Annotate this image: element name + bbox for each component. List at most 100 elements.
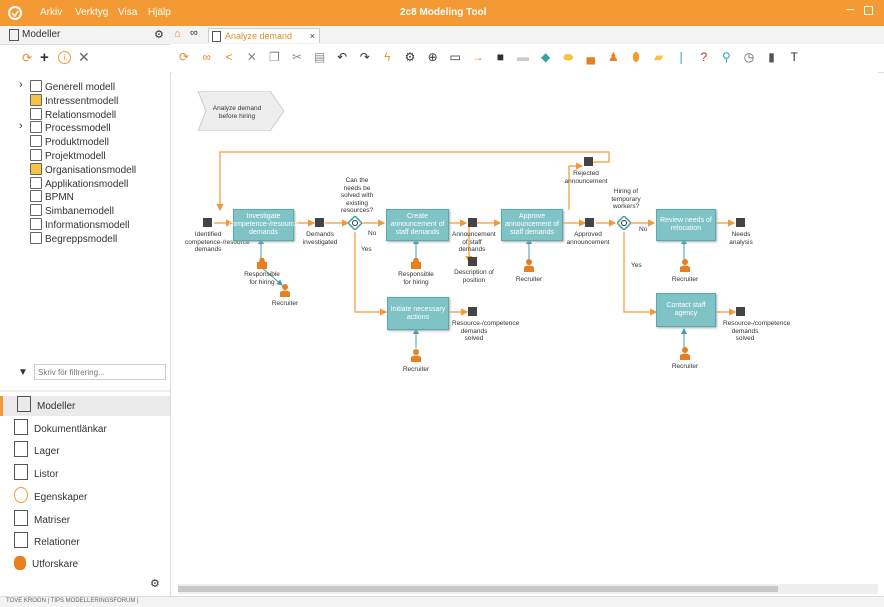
tab-close-icon[interactable]: × <box>310 29 315 44</box>
recruiter-actor-4[interactable] <box>410 349 422 362</box>
lightning-icon[interactable]: ϟ <box>381 51 393 63</box>
recruiter-actor-3[interactable] <box>679 259 691 272</box>
gateway-1[interactable] <box>348 216 362 230</box>
delete-icon[interactable]: ✕ <box>78 49 90 66</box>
tree-item[interactable]: Informationsmodell <box>30 218 129 231</box>
question-icon[interactable]: ? <box>698 51 710 63</box>
review-task[interactable]: Review needs of relocation <box>656 209 716 241</box>
binoculars-icon <box>14 555 26 570</box>
tree-item[interactable]: › Generell modell <box>19 79 115 93</box>
relations-icon <box>14 532 28 549</box>
info-icon[interactable]: i <box>58 51 71 64</box>
demands-investigated-event[interactable] <box>315 218 324 227</box>
start-event[interactable] <box>203 218 212 227</box>
refresh-icon[interactable]: ⟳ <box>178 51 190 63</box>
text-icon[interactable]: T <box>788 51 800 63</box>
nav-item-layers[interactable]: Lager <box>14 441 60 461</box>
arrow-icon[interactable]: → <box>472 51 484 63</box>
tree-item[interactable]: BPMN <box>30 190 74 203</box>
undo-icon[interactable]: ↶ <box>336 51 348 63</box>
tree-item[interactable]: Begreppsmodell <box>30 231 117 245</box>
tree-item[interactable]: › Processmodell <box>19 120 111 134</box>
tree-item[interactable]: Organisationsmodell <box>30 162 136 176</box>
nav-item-document[interactable]: Dokumentlänkar <box>14 418 107 439</box>
delete-icon[interactable]: ✕ <box>246 51 258 63</box>
gear-icon[interactable]: ⚙ <box>154 28 164 41</box>
resource-solved-event-2[interactable] <box>736 307 745 316</box>
rejected-event[interactable] <box>584 157 593 166</box>
description-event[interactable] <box>468 257 477 266</box>
line-icon[interactable]: ❘ <box>675 51 687 63</box>
binoculars-icon[interactable]: ∞ <box>190 27 198 39</box>
tab-analyze-demand[interactable]: Analyze demand before × <box>208 28 320 56</box>
nav-item-info[interactable]: Egenskaper <box>14 486 87 507</box>
recruiter-actor-1[interactable] <box>279 284 291 297</box>
pin-icon[interactable]: ⚲ <box>720 51 732 63</box>
nav-item-document[interactable]: Modeller <box>0 396 170 416</box>
zoom-icon[interactable]: ⊕ <box>427 51 439 63</box>
cut-icon[interactable]: ✂ <box>291 51 303 63</box>
nav-item-relations[interactable]: Relationer <box>14 532 80 552</box>
tree-item[interactable]: Simbanemodell <box>30 204 114 217</box>
investigate-task[interactable]: Investigate competence-/resource demands <box>229 209 298 241</box>
nav-item-binoculars[interactable]: Utforskare <box>14 555 78 575</box>
gateway-2[interactable] <box>617 216 631 230</box>
ellipse-icon[interactable]: ⬬ <box>562 51 574 63</box>
responsible-actor-2[interactable] <box>410 256 422 269</box>
redo-icon[interactable]: ↷ <box>359 51 371 63</box>
approved-event[interactable] <box>585 218 594 227</box>
copy-icon[interactable]: ❐ <box>268 51 280 63</box>
menu-hjalp[interactable]: Hjälp <box>148 7 171 18</box>
maximize-icon[interactable] <box>864 6 873 15</box>
link-icon[interactable]: ∞ <box>201 51 213 63</box>
recruiter-actor-2[interactable] <box>523 259 535 272</box>
initiate-task[interactable]: Initiate necessary actions <box>387 297 449 330</box>
doc-icon[interactable]: ▮ <box>766 51 778 63</box>
menu-verktyg[interactable]: Verktyg <box>75 7 108 18</box>
contact-task[interactable]: Contact staff agency <box>656 293 716 327</box>
refresh-icon[interactable]: ⟳ <box>22 51 32 65</box>
diamond-icon[interactable]: ◆ <box>540 51 552 63</box>
chevron-right-icon[interactable]: › <box>19 79 23 91</box>
diagram-canvas[interactable]: Analyze demand before hiring Identified … <box>172 72 878 582</box>
needs-analysis-event[interactable] <box>736 218 745 227</box>
nav-item-matrix[interactable]: Matriser <box>14 509 70 530</box>
actor-icon[interactable]: ▄ <box>585 51 597 63</box>
settings-gear-icon[interactable]: ⚙ <box>150 577 160 590</box>
filter-input[interactable] <box>34 364 166 380</box>
recruiter-actor-5[interactable] <box>679 347 691 360</box>
menu-arkiv[interactable]: Arkiv <box>40 7 62 18</box>
rect-icon[interactable]: ▬ <box>517 51 529 63</box>
square-icon[interactable]: ■ <box>494 51 506 63</box>
tree-item[interactable]: Projektmodell <box>30 149 106 162</box>
home-icon[interactable]: ⌂ <box>174 28 181 40</box>
folder-icon[interactable]: ▰ <box>653 51 665 63</box>
layout-icon[interactable]: ▭ <box>449 51 461 63</box>
gear-icon[interactable]: ⚙ <box>404 51 416 63</box>
clock-icon[interactable]: ◷ <box>743 51 755 63</box>
announcement-event[interactable] <box>468 218 477 227</box>
minimize-icon[interactable] <box>846 9 854 10</box>
tree-item[interactable]: Applikationsmodell <box>30 176 128 190</box>
oval-icon[interactable]: ⬮ <box>630 51 642 63</box>
add-icon[interactable]: + <box>40 49 49 66</box>
responsible-actor-1[interactable] <box>256 256 268 269</box>
tree-item[interactable]: Relationsmodell <box>30 107 116 121</box>
demands-investigated-label: Demands investigated <box>302 231 338 246</box>
person-icon[interactable]: ♟ <box>607 51 619 63</box>
announcement-label: Announcement of staff demands <box>452 231 496 253</box>
approve-task[interactable]: Approve announcement of staff demands <box>501 209 563 241</box>
tree-item[interactable]: Produktmodell <box>30 135 109 148</box>
resource-solved-event-1[interactable] <box>468 307 477 316</box>
goal-label: Analyze demand before hiring <box>212 105 262 120</box>
chevron-right-icon[interactable]: › <box>19 120 23 132</box>
scroll-thumb[interactable] <box>178 586 778 592</box>
tree-item[interactable]: Intressentmodell <box>30 93 118 107</box>
panel-divider[interactable] <box>0 390 170 392</box>
paste-icon[interactable]: ▤ <box>314 51 326 63</box>
create-task[interactable]: Create announcement of staff demands <box>386 209 449 241</box>
menu-visa[interactable]: Visa <box>118 7 137 18</box>
nav-item-list[interactable]: Listor <box>14 464 58 484</box>
horizontal-scrollbar[interactable] <box>178 584 878 594</box>
share-icon[interactable]: < <box>223 51 235 63</box>
